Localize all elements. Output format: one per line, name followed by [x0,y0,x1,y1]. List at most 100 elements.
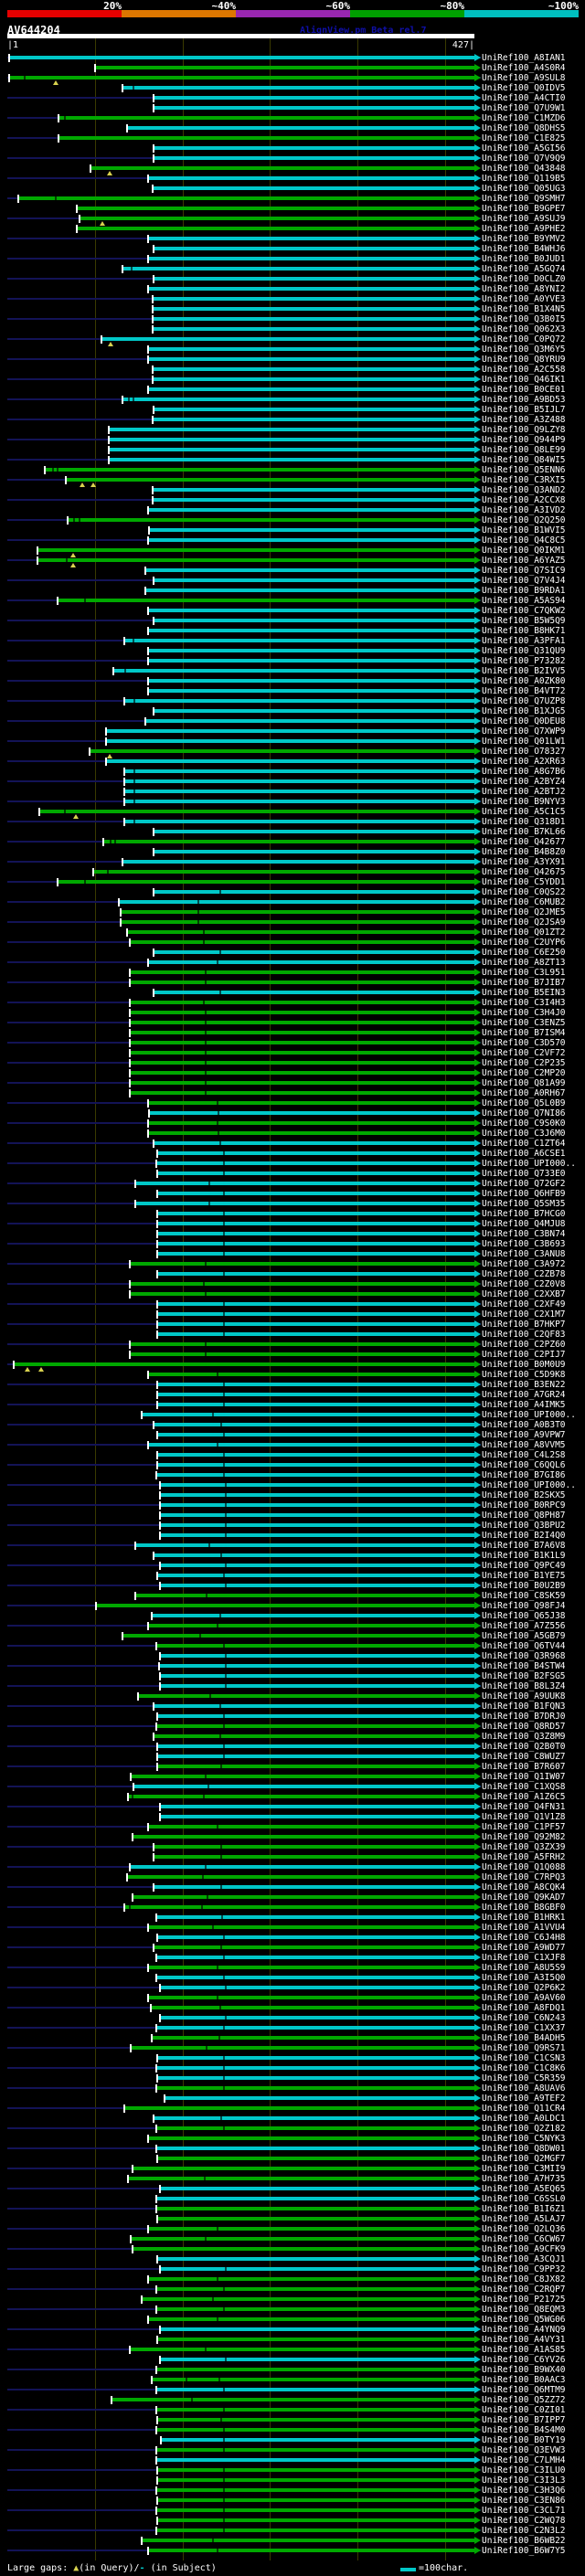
hit-label[interactable]: UniRef100_Q4MJU8 [482,1219,566,1229]
hit-label[interactable]: UniRef100_Q1V1Z8 [482,1812,566,1822]
hit-bar[interactable] [157,2468,474,2472]
hit-bar[interactable] [156,1976,474,1979]
hit-bar[interactable] [156,2147,474,2150]
hit-label[interactable]: UniRef100_C6SSL0 [482,2194,566,2204]
hit-label[interactable]: UniRef100_Q5ZZ72 [482,2395,566,2405]
hit-label[interactable]: UniRef100_C7RPQ3 [482,1872,566,1882]
hit-bar[interactable] [156,2026,474,2030]
hit-bar[interactable] [148,1925,474,1929]
hit-bar[interactable] [154,1945,474,1949]
hit-label[interactable]: UniRef100_C3ENZ5 [482,1018,566,1028]
hit-label[interactable]: UniRef100_B7R607 [482,1762,566,1772]
hit-label[interactable]: UniRef100_Q7NI86 [482,1108,566,1118]
hit-label[interactable]: UniRef100_B4ADH5 [482,2033,566,2043]
hit-bar[interactable] [154,146,474,150]
hit-label[interactable]: UniRef100_Q72GF2 [482,1179,566,1189]
hit-label[interactable]: UniRef100_C1XX37 [482,2023,566,2033]
hit-label[interactable]: UniRef100_A8ZT13 [482,958,566,968]
hit-label[interactable]: UniRef100_A3Z488 [482,415,566,425]
hit-bar[interactable] [133,1785,474,1788]
hit-bar[interactable] [154,1855,474,1859]
hit-bar[interactable] [149,528,474,532]
hit-label[interactable]: UniRef100_B7HKP7 [482,1320,566,1330]
hit-label[interactable]: UniRef100_Q0DEU8 [482,716,566,726]
hit-label[interactable]: UniRef100_Q9RS71 [482,2043,566,2053]
hit-label[interactable]: UniRef100_Q3B0I5 [482,314,566,324]
hit-bar[interactable] [154,156,474,160]
hit-label[interactable]: UniRef100_C4L2S8 [482,1450,566,1460]
hit-label[interactable]: UniRef100_C1CSN3 [482,2053,566,2063]
hit-label[interactable]: UniRef100_B0JUD1 [482,254,566,264]
hit-label[interactable]: UniRef100_A9CFK9 [482,2244,566,2254]
hit-bar[interactable] [148,2277,474,2281]
hit-bar[interactable] [130,2348,474,2351]
hit-bar[interactable] [96,1604,474,1607]
hit-label[interactable]: UniRef100_B7ISM4 [482,1028,566,1038]
hit-label[interactable]: UniRef100_UPI000.. [482,1410,576,1420]
hit-bar[interactable] [37,558,474,562]
hit-label[interactable]: UniRef100_Q318D1 [482,817,566,827]
hit-label[interactable]: UniRef100_B0RPC9 [482,1500,566,1511]
hit-label[interactable]: UniRef100_A4S0R4 [482,63,566,73]
hit-label[interactable]: UniRef100_B2IVV5 [482,666,566,676]
hit-bar[interactable] [153,327,474,331]
hit-bar[interactable] [124,779,474,783]
hit-bar[interactable] [130,1352,474,1356]
hit-label[interactable]: UniRef100_B0U2B9 [482,1581,566,1591]
hit-label[interactable]: UniRef100_B1WVI5 [482,525,566,535]
hit-bar[interactable] [160,1815,474,1818]
hit-bar[interactable] [154,890,474,894]
hit-label[interactable]: UniRef100_Q9SMH7 [482,194,566,204]
hit-label[interactable]: UniRef100_C3H3Q6 [482,2486,566,2496]
hit-label[interactable]: UniRef100_C3CL71 [482,2506,566,2516]
hit-label[interactable]: UniRef100_A4VY31 [482,2335,566,2345]
hit-label[interactable]: UniRef100_C6N243 [482,2013,566,2023]
hit-label[interactable]: UniRef100_A9SUL8 [482,73,566,83]
hit-bar[interactable] [37,548,474,552]
hit-bar[interactable] [160,1483,474,1487]
hit-bar[interactable] [157,1192,474,1195]
hit-label[interactable]: UniRef100_A9VPW7 [482,1430,566,1440]
hit-bar[interactable] [157,1222,474,1225]
hit-label[interactable]: UniRef100_Q1Q088 [482,1862,566,1872]
hit-label[interactable]: UniRef100_Q31QU9 [482,646,566,656]
hit-label[interactable]: UniRef100_B7HCG0 [482,1209,566,1219]
hit-label[interactable]: UniRef100_Q92M82 [482,1832,566,1842]
hit-label[interactable]: UniRef100_C2XXB7 [482,1289,566,1299]
hit-bar[interactable] [156,1644,474,1648]
hit-label[interactable]: UniRef100_C2MP20 [482,1068,566,1078]
hit-label[interactable]: UniRef100_B8GBF0 [482,1903,566,1913]
hit-bar[interactable] [152,2036,474,2040]
hit-bar[interactable] [124,1905,474,1909]
hit-label[interactable]: UniRef100_A5AS94 [482,596,566,606]
hit-label[interactable]: UniRef100_B1HRK1 [482,1913,566,1923]
hit-bar[interactable] [148,347,474,351]
hit-bar[interactable] [122,267,474,270]
hit-label[interactable]: UniRef100_B0TY19 [482,2435,566,2445]
hit-label[interactable]: UniRef100_A0RH67 [482,1088,566,1098]
hit-label[interactable]: UniRef100_B4VT72 [482,686,566,696]
hit-bar[interactable] [156,1915,474,1919]
hit-label[interactable]: UniRef100_C3BN74 [482,1229,566,1239]
hit-bar[interactable] [156,2408,474,2412]
hit-label[interactable]: UniRef100_B2I4Q0 [482,1531,566,1541]
hit-label[interactable]: UniRef100_Q65J38 [482,1611,566,1621]
hit-label[interactable]: UniRef100_Q8RD57 [482,1722,566,1732]
hit-bar[interactable] [77,207,474,210]
hit-bar[interactable] [160,1684,474,1688]
hit-bar[interactable] [154,1845,474,1849]
hit-bar[interactable] [58,599,474,602]
hit-label[interactable]: UniRef100_Q8DW01 [482,2144,566,2154]
hit-bar[interactable] [128,2177,474,2180]
hit-label[interactable]: UniRef100_Q6TV44 [482,1641,566,1651]
hit-bar[interactable] [154,1553,474,1557]
hit-bar[interactable] [157,2498,474,2502]
hit-bar[interactable] [148,357,474,361]
hit-bar[interactable] [157,1393,474,1396]
hit-bar[interactable] [18,196,474,200]
hit-bar[interactable] [121,910,474,914]
hit-label[interactable]: UniRef100_B1K1L9 [482,1551,566,1561]
hit-label[interactable]: UniRef100_Q84WI5 [482,455,566,465]
hit-label[interactable]: UniRef100_B6WB22 [482,2536,566,2546]
hit-bar[interactable] [145,568,474,572]
